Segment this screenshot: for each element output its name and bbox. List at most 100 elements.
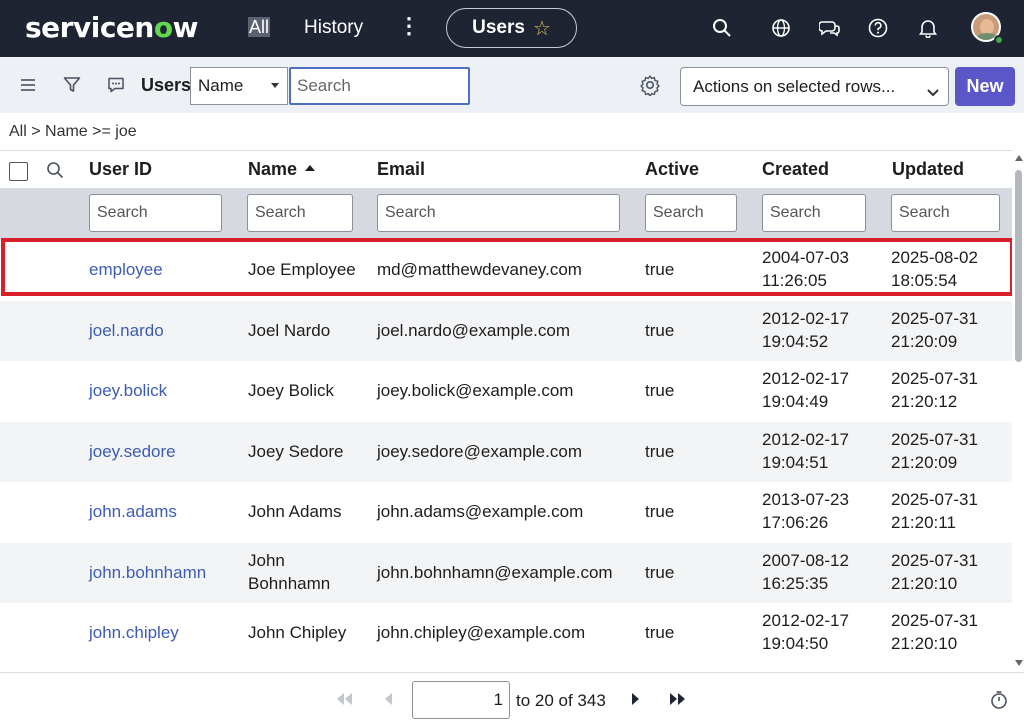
list-search-input[interactable] bbox=[289, 67, 470, 105]
response-time-icon[interactable] bbox=[990, 690, 1008, 715]
updated-date-cell: 2025-08-02 bbox=[891, 248, 978, 267]
history-menu-link[interactable]: History bbox=[304, 17, 363, 39]
bell-icon[interactable] bbox=[916, 16, 940, 40]
user-id-link[interactable]: joey.bolick bbox=[89, 379, 167, 402]
hamburger-menu-icon[interactable] bbox=[16, 73, 40, 97]
user-id-link[interactable]: employee bbox=[89, 258, 163, 281]
new-record-button[interactable]: New bbox=[955, 67, 1015, 106]
sort-ascending-icon bbox=[305, 165, 316, 172]
list-settings-gear-icon[interactable] bbox=[639, 74, 663, 98]
pagination-bar: to 20 of 343 bbox=[0, 672, 1024, 724]
context-pill[interactable]: Users ☆ bbox=[446, 8, 577, 48]
created-date-cell: 2007-08-12 bbox=[762, 550, 849, 570]
actions-on-selected-rows-select[interactable]: Actions on selected rows... bbox=[680, 67, 949, 106]
table-body: employee Joe Employee md@matthewdevaney.… bbox=[0, 240, 1012, 664]
name-cell: Joel Nardo bbox=[248, 320, 331, 340]
table-row[interactable]: john.bohnhamn John Bohnhamn john.bohnham… bbox=[0, 542, 1012, 603]
list-toolbar: Users Name Actions on selected rows... N… bbox=[0, 57, 1024, 113]
page-number-input[interactable] bbox=[412, 681, 510, 719]
email-cell: joel.nardo@example.com bbox=[377, 320, 571, 340]
table-scrollbar[interactable] bbox=[1012, 150, 1024, 670]
table-row[interactable]: joey.sedore Joey Sedore joey.sedore@exam… bbox=[0, 421, 1012, 482]
user-id-filter-input[interactable] bbox=[89, 194, 222, 232]
updated-time-cell: 21:20:11 bbox=[891, 513, 956, 532]
chat-icon[interactable] bbox=[818, 16, 842, 40]
logo-text-o: o bbox=[153, 11, 173, 44]
updated-date-cell: 2025-07-31 bbox=[891, 429, 978, 449]
active-cell: true bbox=[645, 320, 675, 340]
updated-date-cell: 2025-07-31 bbox=[891, 369, 978, 388]
logo-text-end: w bbox=[172, 11, 199, 44]
first-page-icon[interactable] bbox=[334, 690, 354, 708]
table-row[interactable]: john.adams John Adams john.adams@example… bbox=[0, 482, 1012, 543]
servicenow-logo[interactable]: servicenow bbox=[25, 11, 198, 44]
updated-time-cell: 18:05:54 bbox=[891, 271, 958, 290]
name-cell: Joey Bolick bbox=[248, 381, 334, 400]
list-title: Users bbox=[141, 75, 192, 95]
all-menu-link[interactable]: All bbox=[248, 17, 271, 38]
previous-page-icon[interactable] bbox=[379, 690, 399, 708]
help-icon[interactable] bbox=[866, 16, 890, 40]
column-header-name[interactable]: Name bbox=[248, 159, 316, 180]
active-cell: true bbox=[645, 441, 675, 461]
email-cell: john.chipley@example.com bbox=[377, 623, 586, 642]
next-page-icon[interactable] bbox=[625, 690, 645, 708]
top-header: servicenow All History ⋮ Users ☆ bbox=[0, 0, 1024, 57]
column-header-updated[interactable]: Updated bbox=[892, 159, 964, 180]
scroll-down-arrow-icon[interactable] bbox=[1015, 660, 1023, 666]
created-date-cell: 2012-02-17 bbox=[762, 429, 849, 449]
table-header-row: User ID Name Email Active Created Update… bbox=[0, 150, 1012, 188]
search-field-select[interactable]: Name bbox=[190, 67, 288, 105]
scrollbar-thumb[interactable] bbox=[1015, 170, 1022, 362]
scroll-up-arrow-icon[interactable] bbox=[1015, 155, 1023, 161]
search-icon[interactable] bbox=[710, 16, 734, 40]
last-page-icon[interactable] bbox=[668, 690, 688, 708]
email-cell: joey.sedore@example.com bbox=[377, 441, 582, 461]
updated-time-cell: 21:20:09 bbox=[891, 331, 958, 351]
column-header-created[interactable]: Created bbox=[762, 159, 829, 180]
table-row[interactable]: joel.nardo Joel Nardo joel.nardo@example… bbox=[0, 300, 1012, 361]
created-time-cell: 11:26:05 bbox=[762, 271, 827, 290]
column-search-toggle-icon[interactable] bbox=[46, 161, 64, 184]
online-status-dot bbox=[994, 35, 1004, 45]
created-date-cell: 2013-07-23 bbox=[762, 490, 849, 509]
updated-time-cell: 21:20:10 bbox=[891, 573, 958, 593]
activity-stream-icon[interactable] bbox=[104, 73, 128, 97]
context-title: Users bbox=[472, 17, 525, 38]
select-all-checkbox[interactable] bbox=[9, 162, 28, 181]
created-date-cell: 2012-02-17 bbox=[762, 308, 849, 328]
more-menu-icon[interactable]: ⋮ bbox=[398, 13, 420, 39]
user-id-link[interactable]: joey.sedore bbox=[89, 440, 176, 463]
user-id-link[interactable]: john.adams bbox=[89, 500, 177, 523]
created-filter-input[interactable] bbox=[762, 194, 866, 232]
column-header-email[interactable]: Email bbox=[377, 159, 425, 180]
page-range-text: to 20 of 343 bbox=[516, 691, 606, 710]
email-filter-input[interactable] bbox=[377, 194, 620, 232]
created-time-cell: 19:04:52 bbox=[762, 331, 829, 351]
table-row[interactable]: employee Joe Employee md@matthewdevaney.… bbox=[0, 240, 1012, 301]
user-id-link[interactable]: joel.nardo bbox=[89, 319, 164, 342]
filter-icon[interactable] bbox=[60, 73, 84, 97]
column-header-user-id[interactable]: User ID bbox=[89, 159, 152, 180]
active-filter-input[interactable] bbox=[645, 194, 737, 232]
table-row[interactable]: john.chipley John Chipley john.chipley@e… bbox=[0, 603, 1012, 664]
column-header-active[interactable]: Active bbox=[645, 159, 699, 180]
column-filter-row bbox=[0, 188, 1012, 240]
table-row[interactable]: joey.bolick Joey Bolick joey.bolick@exam… bbox=[0, 361, 1012, 422]
updated-filter-input[interactable] bbox=[891, 194, 1000, 232]
name-cell: Joe Employee bbox=[248, 260, 356, 279]
dropdown-arrow-icon bbox=[271, 83, 279, 88]
name-filter-input[interactable] bbox=[247, 194, 353, 232]
filter-breadcrumb[interactable]: All > Name >= joe bbox=[9, 123, 137, 141]
user-id-link[interactable]: john.bohnhamn bbox=[89, 561, 206, 584]
user-id-link[interactable]: john.chipley bbox=[89, 621, 179, 644]
name-cell: Joey Sedore bbox=[248, 441, 344, 461]
favorite-star-icon[interactable]: ☆ bbox=[533, 16, 551, 41]
all-menu-label: All bbox=[248, 17, 271, 37]
name-cell: John Chipley bbox=[248, 623, 347, 642]
chevron-down-icon bbox=[927, 82, 939, 102]
globe-icon[interactable] bbox=[769, 16, 793, 40]
email-cell: john.bohnhamn@example.com bbox=[377, 562, 613, 582]
created-time-cell: 19:04:49 bbox=[762, 392, 829, 411]
active-cell: true bbox=[645, 562, 675, 582]
